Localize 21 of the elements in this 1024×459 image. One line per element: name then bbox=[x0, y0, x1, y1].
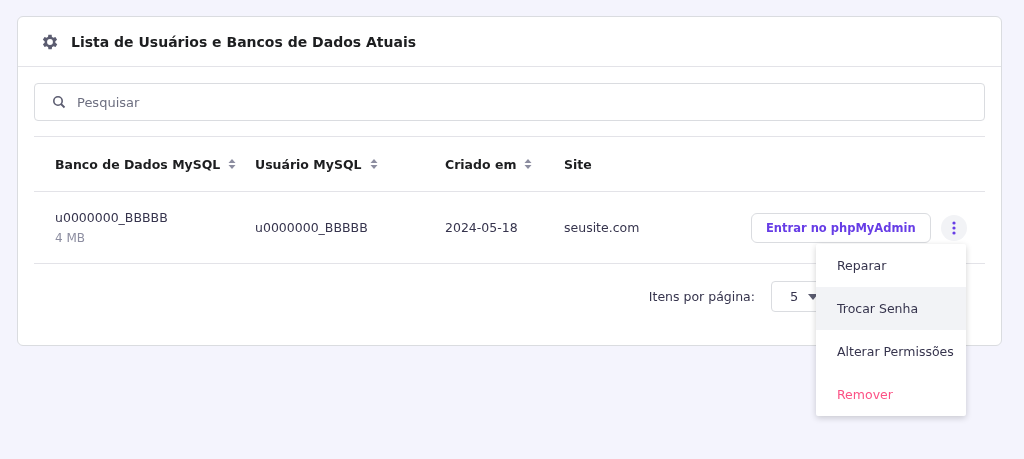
database-size: 4 MB bbox=[55, 231, 87, 245]
caret-icon bbox=[808, 293, 819, 300]
column-header[interactable]: Criado em bbox=[445, 156, 517, 172]
menu-item[interactable]: Alterar Permissões bbox=[816, 330, 966, 373]
column-header[interactable]: Usuário MySQL bbox=[255, 156, 362, 172]
sort-icon[interactable] bbox=[228, 159, 237, 169]
sort-icon[interactable] bbox=[524, 159, 533, 169]
card-title: Lista de Usuários e Bancos de Dados Atuais bbox=[71, 33, 417, 50]
search-field[interactable]: Pesquisar bbox=[34, 83, 985, 121]
more-button[interactable] bbox=[941, 214, 967, 241]
column-header[interactable]: Banco de Dados MySQL bbox=[55, 156, 221, 172]
phpmyadmin-button[interactable]: Entrar no phpMyAdmin bbox=[751, 212, 931, 243]
kebab-icon bbox=[952, 220, 956, 235]
column-header[interactable]: Site bbox=[564, 156, 592, 172]
table-cell-text: u0000000_BBBBB bbox=[55, 210, 169, 225]
sort-icon[interactable] bbox=[369, 159, 378, 169]
items-per-page-label: Itens por página: bbox=[648, 289, 755, 304]
table-cell: 2024-05-18 bbox=[445, 220, 518, 235]
table-cell: seusite.com bbox=[564, 220, 640, 235]
table-cell: u0000000_BBBBB bbox=[255, 220, 368, 235]
menu-item[interactable]: Trocar Senha bbox=[816, 287, 966, 330]
